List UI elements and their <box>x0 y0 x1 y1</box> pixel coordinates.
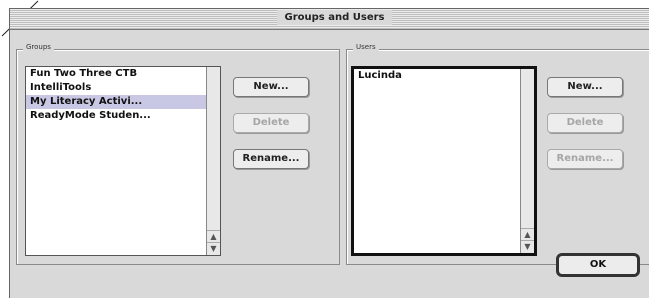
users-list[interactable]: Lucinda ▲ ▼ <box>351 66 537 256</box>
group-item[interactable]: ReadyMode Studen... <box>26 109 220 123</box>
user-delete-button[interactable]: Delete <box>547 113 623 133</box>
scroll-down-arrow-icon[interactable]: ▼ <box>207 242 220 255</box>
groups-list[interactable]: Fun Two Three CTB IntelliTools My Litera… <box>25 66 221 256</box>
scroll-down-arrow-icon[interactable]: ▼ <box>521 240 534 253</box>
groups-label: Groups <box>23 43 54 51</box>
user-new-button[interactable]: New... <box>547 77 623 97</box>
dialog-title: Groups and Users <box>276 10 393 25</box>
ok-button[interactable]: OK <box>556 253 640 277</box>
groups-scrollbar[interactable]: ▲ ▼ <box>206 67 220 255</box>
group-item[interactable]: Fun Two Three CTB <box>26 67 220 81</box>
group-item-selected[interactable]: My Literacy Activi... <box>26 95 220 109</box>
group-rename-button[interactable]: Rename... <box>233 149 309 169</box>
group-item[interactable]: IntelliTools <box>26 81 220 95</box>
title-bar[interactable]: Groups and Users <box>10 9 649 30</box>
users-groupbox: Users Lucinda ▲ ▼ New... Delete Rename..… <box>346 43 649 265</box>
group-new-button[interactable]: New... <box>233 77 309 97</box>
users-scrollbar[interactable]: ▲ ▼ <box>520 69 534 253</box>
user-rename-button[interactable]: Rename... <box>547 149 623 169</box>
users-label: Users <box>353 43 379 51</box>
groups-groupbox: Groups Fun Two Three CTB IntelliTools My… <box>16 43 340 265</box>
user-item[interactable]: Lucinda <box>354 69 534 83</box>
group-delete-button[interactable]: Delete <box>233 113 309 133</box>
groups-and-users-dialog: Groups and Users Groups Fun Two Three CT… <box>9 8 649 298</box>
